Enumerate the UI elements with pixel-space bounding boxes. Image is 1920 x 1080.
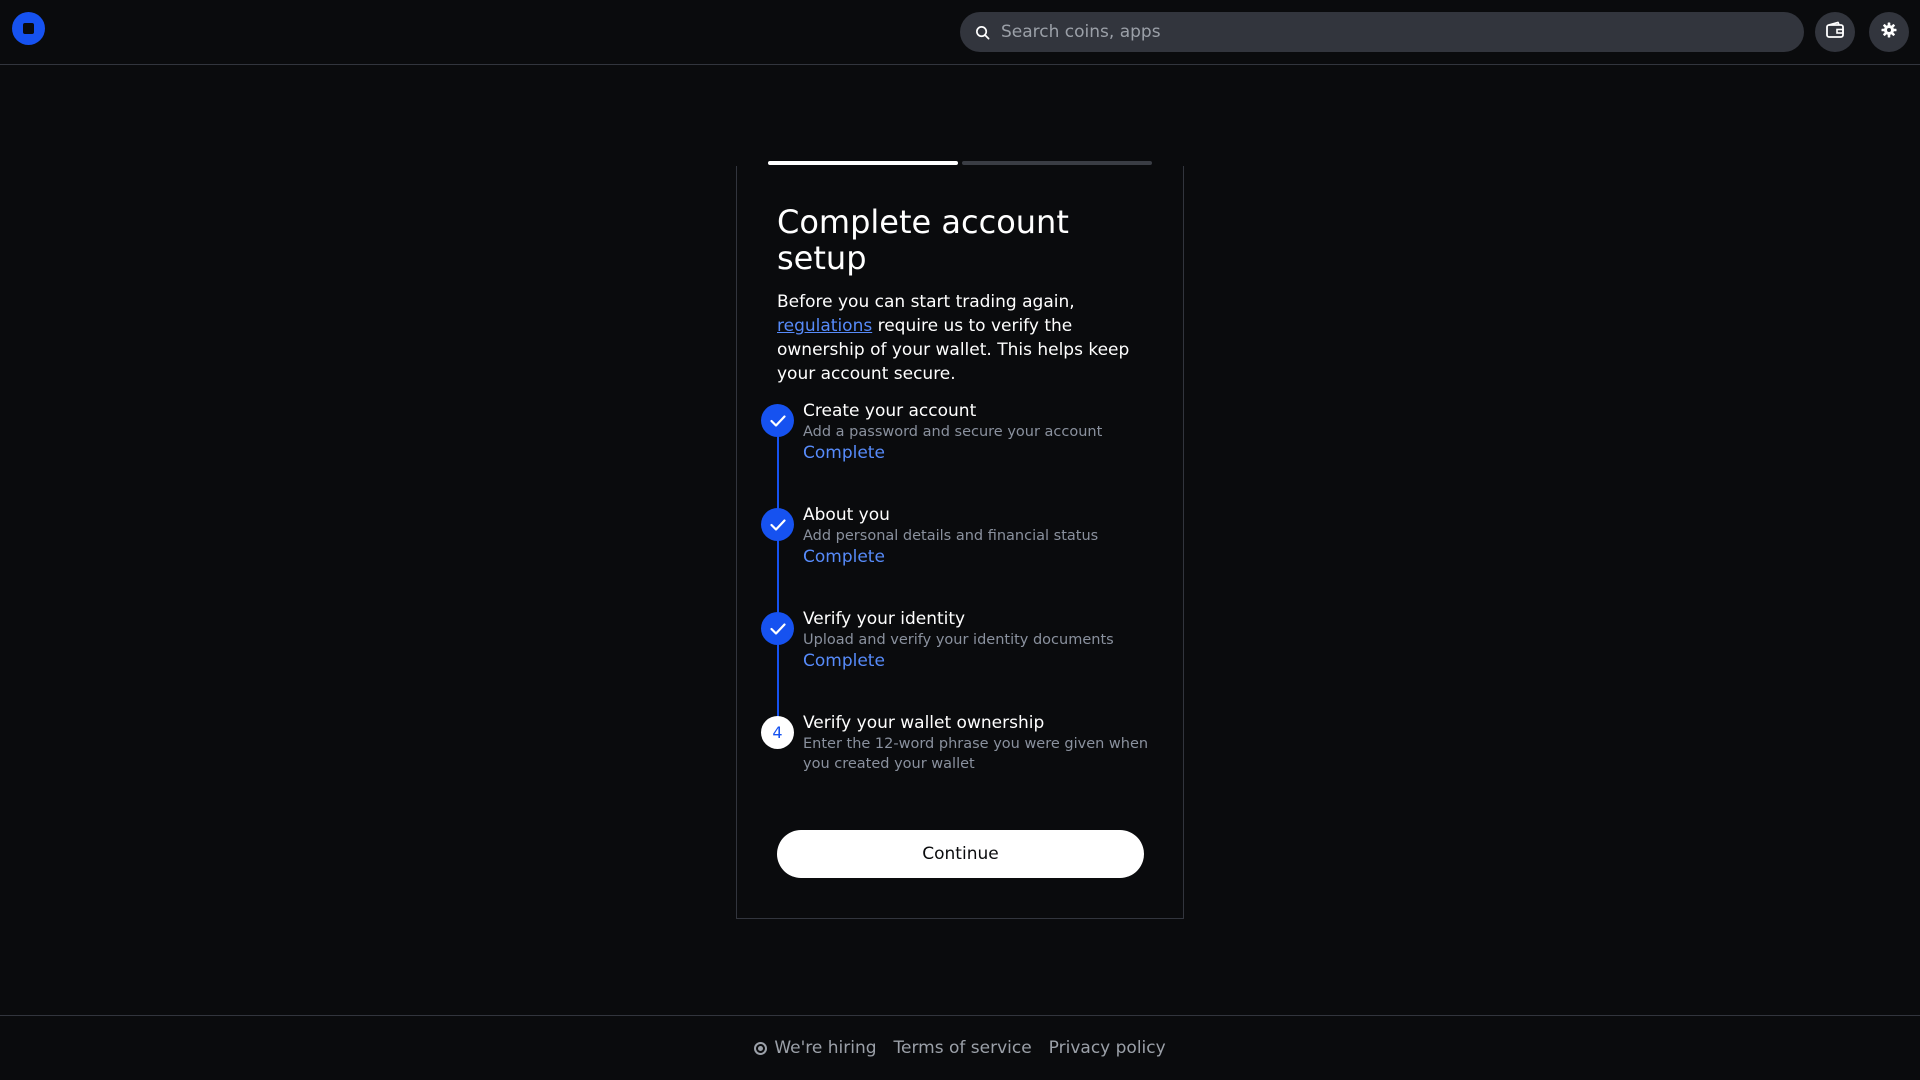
footer: We're hiring Terms of service Privacy po… [0,1015,1920,1080]
wallet-button[interactable] [1815,12,1855,52]
intro-text: Before you can start trading again, regu… [777,290,1147,386]
top-header [0,0,1920,65]
step-text: Verify your identity Upload and verify y… [803,608,1153,672]
logo-square [23,23,34,34]
wallet-icon [1825,21,1845,43]
intro-text-before: Before you can start trading again, [777,292,1075,312]
terms-link[interactable]: Terms of service [894,1038,1032,1058]
step-description: Add personal details and financial statu… [803,528,1099,544]
step-title: Create your account [803,401,977,421]
step-text: About you Add personal details and finan… [803,504,1153,568]
step-number-badge: 4 [761,716,794,749]
step-title: Verify your wallet ownership [803,713,1045,733]
check-icon [761,508,794,541]
regulations-link[interactable]: regulations [777,316,872,336]
search-input[interactable] [999,21,1779,43]
step-description: Enter the 12-word phrase you were given … [803,736,1149,772]
step-status: Complete [803,651,885,671]
hiring-label: We're hiring [774,1038,877,1058]
page-title: Complete account setup [777,203,1069,277]
account-setup-card: Complete account setup Before you can st… [736,166,1184,919]
step-status: Complete [803,547,885,567]
search-bar[interactable] [960,12,1804,52]
privacy-link[interactable]: Privacy policy [1049,1038,1166,1058]
steps-connector-line [777,424,779,732]
progress-step-2 [962,161,1152,165]
hiring-link[interactable]: We're hiring [754,1038,877,1058]
check-icon [761,404,794,437]
continue-button[interactable]: Continue [777,830,1144,878]
step-description: Add a password and secure your account [803,424,1103,440]
step-title: Verify your identity [803,609,966,629]
step-title: About you [803,505,890,525]
check-icon [761,612,794,645]
coinbase-logo-icon[interactable] [12,12,45,45]
progress-step-1 [768,161,958,165]
step-text: Verify your wallet ownership Enter the 1… [803,712,1153,774]
settings-button[interactable] [1869,12,1909,52]
gear-icon [1881,22,1897,42]
step-text: Create your account Add a password and s… [803,400,1153,464]
step-status: Complete [803,443,885,463]
step-description: Upload and verify your identity document… [803,632,1114,648]
search-icon [974,24,991,41]
hiring-dot-icon [754,1041,768,1055]
